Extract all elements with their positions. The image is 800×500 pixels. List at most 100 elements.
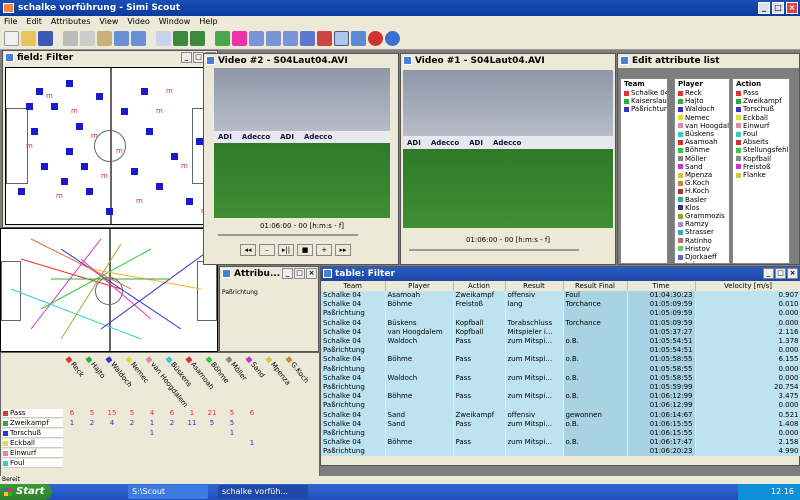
player-item[interactable]: Ratinho xyxy=(675,237,729,245)
filter-icon[interactable] xyxy=(232,31,247,46)
player-item[interactable]: Sand xyxy=(675,163,729,171)
matrix-cell[interactable]: 1 xyxy=(223,429,241,438)
document-icon[interactable] xyxy=(156,31,171,46)
matrix-cell[interactable] xyxy=(223,449,241,458)
player-item[interactable]: Mpenza xyxy=(675,171,729,179)
field-filter-titlebar[interactable]: field: Filter _□× xyxy=(3,51,217,65)
action-item[interactable]: Foul xyxy=(733,130,789,138)
table-row[interactable]: Paßrichtung 01:06:20:23 4.990 xyxy=(321,447,800,457)
action-item[interactable]: Einwurf xyxy=(733,122,789,130)
matrix-cell[interactable] xyxy=(183,459,201,468)
action-item[interactable]: Eckball xyxy=(733,114,789,122)
start-button[interactable]: Start xyxy=(0,484,52,500)
matrix-cell[interactable]: 1 xyxy=(143,419,161,428)
player-item[interactable]: H.Koch xyxy=(675,187,729,195)
matrix-cell[interactable] xyxy=(103,459,121,468)
matrix-cell[interactable]: 2 xyxy=(163,419,181,428)
player-item[interactable]: G.Koch xyxy=(675,179,729,187)
pass-direction-field[interactable] xyxy=(0,228,218,352)
table-row[interactable]: Schalke 04 van Hoogdalem Kopfball Mitspiele… xyxy=(321,327,800,337)
matrix-cell[interactable]: 4 xyxy=(103,419,121,428)
menu-attributes[interactable]: Attributes xyxy=(51,16,91,28)
matrix-cell[interactable]: 4 xyxy=(143,409,161,418)
matrix-cell[interactable] xyxy=(103,449,121,458)
video1-frame[interactable]: ADI Adecco ADI Adecco xyxy=(403,70,613,228)
player-item[interactable]: Grammozis xyxy=(675,212,729,220)
player-item[interactable]: Hristov xyxy=(675,245,729,253)
maximize-button[interactable]: □ xyxy=(775,268,786,279)
player-item[interactable]: Djorkaeff xyxy=(675,253,729,261)
column-header[interactable]: Velocity [m/s] xyxy=(695,281,800,291)
matrix-cell[interactable]: 2 xyxy=(83,419,101,428)
menu-file[interactable]: File xyxy=(4,16,17,28)
action-item[interactable]: Abseits xyxy=(733,138,789,146)
matrix-cell[interactable]: 5 xyxy=(223,409,241,418)
action-item[interactable]: Zweikampf xyxy=(733,97,789,105)
matrix-cell[interactable]: 1 xyxy=(243,439,261,448)
menu-video[interactable]: Video xyxy=(127,16,149,28)
matrix-cell[interactable] xyxy=(203,429,221,438)
video1-slider[interactable] xyxy=(409,249,579,251)
table-row[interactable]: Paßrichtung 01:06:15:55 0.000 xyxy=(321,428,800,438)
action-item[interactable]: Kopfball xyxy=(733,155,789,163)
player-item[interactable]: Nemec xyxy=(675,114,729,122)
attribute-window[interactable]: Attribu... _ □ × Paßrichtung xyxy=(219,266,319,352)
matrix-cell[interactable]: 1 xyxy=(183,409,201,418)
matrix-cell[interactable] xyxy=(283,439,301,448)
play-button[interactable]: ▸|| xyxy=(278,244,294,256)
player-action-matrix[interactable]: Reck Hajto Waldoch Nemec van Hoogdalem Büsken… xyxy=(0,352,320,480)
matrix-cell[interactable] xyxy=(103,439,121,448)
new-file-icon[interactable] xyxy=(4,31,19,46)
help-icon[interactable] xyxy=(385,31,400,46)
maximize-button[interactable]: □ xyxy=(294,268,305,279)
player-item[interactable]: Klos xyxy=(675,204,729,212)
list-icon[interactable] xyxy=(266,31,281,46)
player-item[interactable]: Hajto xyxy=(675,97,729,105)
taskbar-item-folder[interactable]: S:\Scout xyxy=(128,485,208,499)
menu-view[interactable]: View xyxy=(99,16,118,28)
player-item[interactable]: Reck xyxy=(675,89,729,97)
matrix-cell[interactable] xyxy=(243,419,261,428)
pitch-icon[interactable] xyxy=(215,31,230,46)
player-item[interactable]: Böhme xyxy=(675,146,729,154)
taskbar-item-app[interactable]: schalke vorfüh... xyxy=(218,485,308,499)
redo-icon[interactable] xyxy=(131,31,146,46)
matrix-cell[interactable] xyxy=(203,449,221,458)
table-row[interactable]: Schalke 04 Waldoch Pass zum Mitspi... o.B. 01… xyxy=(321,373,800,383)
matrix-cell[interactable] xyxy=(203,459,221,468)
video1-window[interactable]: Video #1 - S04Laut04.AVI ADI Adecco ADI Ade… xyxy=(400,53,616,265)
matrix-cell[interactable] xyxy=(163,459,181,468)
matrix-cell[interactable]: 5 xyxy=(123,409,141,418)
menu-help[interactable]: Help xyxy=(199,16,217,28)
attribute-list-titlebar[interactable]: Edit attribute list xyxy=(618,54,799,68)
matrix-cell[interactable] xyxy=(83,459,101,468)
attribute-list-window[interactable]: Edit attribute list Team Schalke 04 Kais… xyxy=(617,53,800,265)
table-row[interactable]: Schalke 04 Böhme Pass zum Mitspi... o.B. 01:0… xyxy=(321,438,800,448)
matrix-cell[interactable] xyxy=(263,449,281,458)
matrix-cell[interactable]: 6 xyxy=(63,409,81,418)
column-header[interactable]: Player xyxy=(385,281,454,291)
team-item[interactable]: Schalke 04 xyxy=(621,89,667,97)
matrix-cell[interactable] xyxy=(283,419,301,428)
cut-icon[interactable] xyxy=(63,31,78,46)
matrix-cell[interactable] xyxy=(223,459,241,468)
action-item[interactable]: Pass xyxy=(733,89,789,97)
field-icon[interactable] xyxy=(173,31,188,46)
next-button[interactable]: ▸▸ xyxy=(335,244,351,256)
matrix-cell[interactable]: 15 xyxy=(103,409,121,418)
field-lines-icon[interactable] xyxy=(190,31,205,46)
table-row[interactable]: Paßrichtung 01:05:09:59 0.000 xyxy=(321,309,800,319)
matrix-cell[interactable]: 5 xyxy=(83,409,101,418)
prev-button[interactable]: ◂◂ xyxy=(240,244,256,256)
video1-titlebar[interactable]: Video #1 - S04Laut04.AVI xyxy=(401,54,615,68)
step-forward-button[interactable]: + xyxy=(316,244,332,256)
matrix-cell[interactable] xyxy=(123,449,141,458)
player-item[interactable]: Lokvenc xyxy=(675,261,729,263)
column-header[interactable]: Result xyxy=(505,281,564,291)
matrix-cell[interactable] xyxy=(263,439,281,448)
column-header[interactable]: Action xyxy=(453,281,506,291)
table-row[interactable]: Schalke 04 Böhme Pass zum Mitspi... o.B. 01:0… xyxy=(321,355,800,365)
table-row[interactable]: Paßrichtung 01:06:12:99 0.000 xyxy=(321,401,800,411)
stop-icon[interactable] xyxy=(368,31,383,46)
player-item[interactable]: Waldoch xyxy=(675,105,729,113)
